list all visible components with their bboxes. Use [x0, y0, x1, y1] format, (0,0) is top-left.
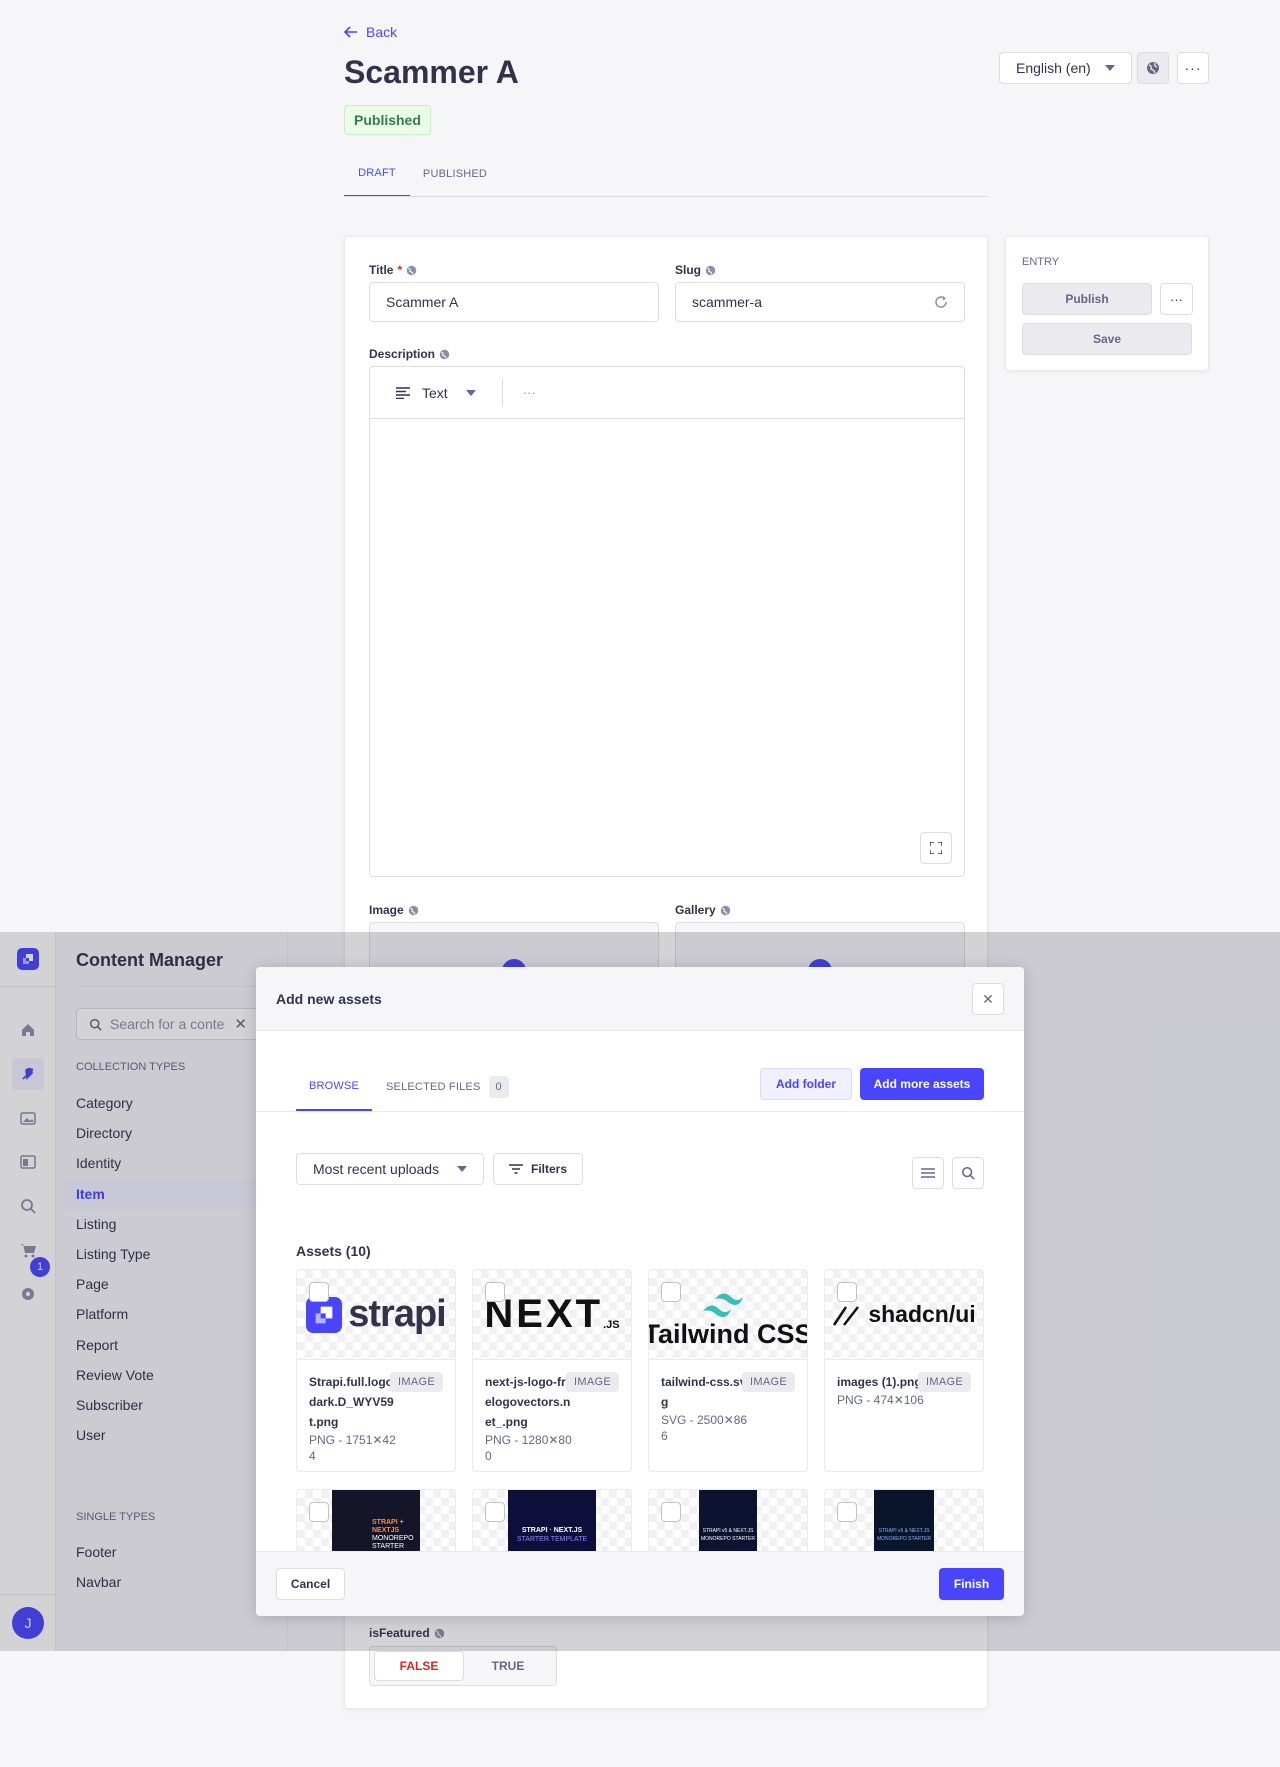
chevron-down-icon — [1105, 65, 1115, 71]
asset-meta: PNG - 1751✕424 — [309, 1433, 396, 1463]
save-button[interactable]: Save — [1022, 323, 1192, 355]
page-title: Scammer A — [344, 54, 519, 90]
description-label: Description — [369, 347, 450, 361]
finish-button[interactable]: Finish — [939, 1568, 1004, 1600]
asset-type-badge: IMAGE — [390, 1372, 443, 1392]
asset-filename: Strapi.full.logo.dark.D_WYV59t.png — [309, 1375, 397, 1429]
sort-select[interactable]: Most recent uploads — [296, 1153, 484, 1185]
paragraph-icon — [396, 386, 410, 399]
back-label: Back — [366, 24, 398, 40]
add-folder-button[interactable]: Add folder — [760, 1068, 852, 1100]
search-assets-button[interactable] — [952, 1157, 984, 1189]
locale-value: English (en) — [1016, 60, 1091, 76]
arrow-left-icon — [344, 26, 358, 38]
asset-type-badge: IMAGE — [918, 1372, 971, 1392]
locale-globe-button[interactable] — [1137, 52, 1169, 84]
toolbar-separator — [501, 378, 503, 407]
expand-icon — [930, 842, 942, 854]
assets-heading: Assets (10) — [296, 1243, 371, 1259]
list-view-button[interactable] — [912, 1157, 944, 1189]
globe-icon — [720, 905, 731, 916]
shadcn-logo-image: shadcn/ui — [832, 1301, 976, 1328]
asset-checkbox[interactable] — [837, 1282, 857, 1302]
toolbar-more-button[interactable]: ··· — [523, 385, 536, 400]
chevron-down-icon[interactable] — [465, 389, 476, 396]
asset-filename: images (1).png — [837, 1375, 922, 1389]
modal-header: Add new assets ✕ — [256, 967, 1024, 1031]
rich-text-editor[interactable]: Text ··· — [369, 366, 965, 877]
add-assets-modal: Add new assets ✕ BROWSE SELECTED FILES 0… — [256, 967, 1024, 1616]
isfeatured-toggle[interactable]: FALSE TRUE — [369, 1646, 557, 1686]
slug-input[interactable]: scammer-a — [675, 282, 965, 322]
entry-panel: ENTRY Publish ··· Save — [1005, 236, 1209, 371]
selected-count-badge: 0 — [488, 1076, 509, 1098]
tab-browse[interactable]: BROWSE — [296, 1063, 372, 1111]
modal-tabs-divider — [256, 1111, 1024, 1112]
tab-selected-files[interactable]: SELECTED FILES 0 — [386, 1063, 509, 1111]
gallery-label: Gallery — [675, 903, 731, 917]
modal-close-button[interactable]: ✕ — [972, 983, 1004, 1015]
asset-meta: PNG - 474✕106 — [837, 1393, 924, 1407]
modal-title: Add new assets — [276, 991, 382, 1007]
globe-icon — [705, 265, 716, 276]
asset-checkbox[interactable] — [837, 1502, 857, 1522]
block-type-select[interactable]: Text — [422, 385, 448, 401]
asset-card[interactable]: strapi Strapi.full.logo.dark.D_WYV59t.pn… — [296, 1269, 456, 1472]
chevron-down-icon — [457, 1166, 467, 1172]
asset-meta: SVG - 2500✕866 — [661, 1413, 748, 1443]
entry-more-button[interactable]: ··· — [1160, 283, 1193, 315]
asset-card[interactable]: Tailwind CSS tailwind-css.svg SVG - 2500… — [648, 1269, 808, 1472]
asset-checkbox[interactable] — [661, 1502, 681, 1522]
asset-thumbnail: strapi — [297, 1270, 455, 1360]
asset-thumbnail: shadcn/ui — [825, 1270, 983, 1360]
slug-label: Slug — [675, 263, 716, 277]
modal-footer: Cancel Finish — [256, 1551, 1024, 1616]
asset-thumbnail: NEXT .JS — [473, 1270, 631, 1360]
globe-icon — [1146, 61, 1160, 75]
more-icon: ··· — [1184, 60, 1202, 76]
more-actions-button[interactable]: ··· — [1177, 52, 1209, 84]
tab-draft[interactable]: DRAFT — [344, 160, 410, 197]
expand-button[interactable] — [920, 832, 952, 864]
asset-card[interactable]: NEXT .JS next-js-logo-freelogovectors.ne… — [472, 1269, 632, 1472]
asset-type-badge: IMAGE — [566, 1372, 619, 1392]
asset-checkbox[interactable] — [485, 1282, 505, 1302]
tailwind-wave-icon — [701, 1289, 755, 1319]
tabs-divider — [344, 196, 988, 197]
cancel-button[interactable]: Cancel — [276, 1568, 345, 1600]
globe-icon — [406, 265, 417, 276]
add-more-assets-button[interactable]: Add more assets — [860, 1068, 984, 1100]
title-label: Title * — [369, 263, 417, 277]
close-icon: ✕ — [982, 990, 994, 1007]
search-icon — [961, 1166, 975, 1180]
toggle-false[interactable]: FALSE — [374, 1651, 464, 1681]
status-badge: Published — [344, 105, 431, 135]
refresh-icon[interactable] — [934, 295, 948, 309]
globe-icon — [439, 349, 450, 360]
image-label: Image — [369, 903, 419, 917]
asset-type-badge: IMAGE — [742, 1372, 795, 1392]
tab-published[interactable]: PUBLISHED — [420, 160, 490, 197]
title-input[interactable]: Scammer A — [369, 282, 659, 322]
list-icon — [921, 1168, 935, 1178]
back-link[interactable]: Back — [344, 24, 397, 40]
asset-thumbnail: Tailwind CSS — [649, 1270, 807, 1360]
asset-filename: tailwind-css.svg — [661, 1375, 747, 1409]
asset-checkbox[interactable] — [309, 1282, 329, 1302]
editor-toolbar: Text ··· — [370, 367, 964, 419]
filters-button[interactable]: Filters — [493, 1153, 583, 1185]
toggle-true[interactable]: TRUE — [464, 1651, 552, 1681]
asset-checkbox[interactable] — [485, 1502, 505, 1522]
locale-select[interactable]: English (en) — [999, 52, 1132, 84]
globe-icon — [408, 905, 419, 916]
asset-filename: next-js-logo-freelogovectors.net_.png — [485, 1375, 573, 1429]
filter-icon — [508, 1164, 523, 1174]
slash-icon — [832, 1303, 860, 1327]
asset-checkbox[interactable] — [309, 1502, 329, 1522]
publish-button[interactable]: Publish — [1022, 283, 1152, 315]
entry-heading: ENTRY — [1022, 256, 1060, 268]
asset-card[interactable]: shadcn/ui images (1).png PNG - 474✕106 I… — [824, 1269, 984, 1472]
asset-checkbox[interactable] — [661, 1282, 681, 1302]
asset-meta: PNG - 1280✕800 — [485, 1433, 572, 1463]
